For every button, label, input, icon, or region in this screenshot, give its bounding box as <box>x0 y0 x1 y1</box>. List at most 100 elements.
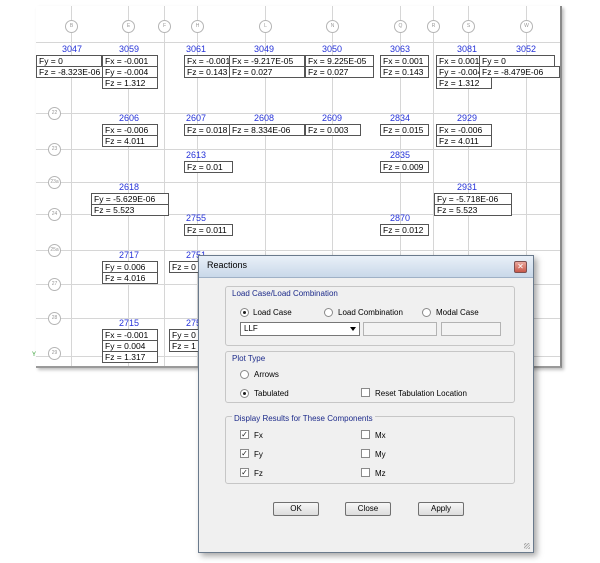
chevron-down-icon <box>350 327 356 331</box>
reaction-value[interactable]: Fz = 0.012 <box>380 224 429 236</box>
fx-label: Fx <box>254 431 263 440</box>
reaction-value[interactable]: Fz = 0.011 <box>184 224 233 236</box>
reaction-value[interactable]: Fz = 4.016 <box>102 272 158 284</box>
grid-line <box>36 182 560 183</box>
grid-line <box>36 149 560 150</box>
reaction-value[interactable]: Fz = 5.523 <box>91 204 169 216</box>
arrows-label: Arrows <box>254 370 279 379</box>
grid-bubble: F <box>158 20 171 33</box>
my-label: My <box>375 450 386 459</box>
load-case-group-label: Load Case/Load Combination <box>232 289 338 298</box>
reaction-value[interactable]: Fz = 1.312 <box>102 77 158 89</box>
y-axis-label: Y <box>32 352 37 358</box>
modal-case-field <box>441 322 501 336</box>
load-combination-label: Load Combination <box>338 308 403 317</box>
reaction-value[interactable]: Fz = 1.312 <box>436 77 492 89</box>
components-group <box>225 416 515 484</box>
ok-button[interactable]: OK <box>273 502 319 516</box>
load-case-select[interactable]: LLF <box>240 322 360 336</box>
grid-line <box>164 6 165 366</box>
load-case-radio[interactable] <box>240 308 249 317</box>
reaction-value[interactable]: Fz = 1.317 <box>102 351 158 363</box>
node-label: 2607 <box>186 113 207 123</box>
reaction-value[interactable]: Fz = 0.018 <box>184 124 233 136</box>
load-case-label: Load Case <box>253 308 292 317</box>
reaction-value[interactable]: Fz = -8.323E-06 <box>36 66 105 78</box>
fx-checkbox[interactable]: ✓ <box>240 430 249 439</box>
node-label: 2606 <box>119 113 140 123</box>
grid-bubble: 25a <box>48 244 61 257</box>
node-label: 3049 <box>254 44 275 54</box>
node-label: 2755 <box>186 213 207 223</box>
tabulated-radio[interactable] <box>240 389 249 398</box>
grid-bubble: N <box>326 20 339 33</box>
mz-checkbox[interactable] <box>361 468 370 477</box>
node-label: 3050 <box>322 44 343 54</box>
load-combination-radio[interactable] <box>324 308 333 317</box>
fz-checkbox[interactable]: ✓ <box>240 468 249 477</box>
load-case-select-value: LLF <box>244 324 258 333</box>
node-label: 2608 <box>254 113 275 123</box>
grid-bubble: 28 <box>48 312 61 325</box>
modal-case-radio[interactable] <box>422 308 431 317</box>
grid-bubble: R <box>427 20 440 33</box>
grid-bubble: 24 <box>48 208 61 221</box>
reaction-value[interactable]: Fz = 0.009 <box>380 161 429 173</box>
my-checkbox[interactable] <box>361 449 370 458</box>
fy-label: Fy <box>254 450 263 459</box>
reaction-value[interactable]: Fz = 0.143 <box>184 66 233 78</box>
mx-checkbox[interactable] <box>361 430 370 439</box>
reaction-value[interactable]: Fz = 8.334E-06 <box>229 124 305 136</box>
reset-tabulation-label: Reset Tabulation Location <box>375 389 467 398</box>
apply-button[interactable]: Apply <box>418 502 464 516</box>
reaction-value[interactable]: Fz = 4.011 <box>436 135 492 147</box>
fy-checkbox[interactable]: ✓ <box>240 449 249 458</box>
fz-label: Fz <box>254 469 263 478</box>
close-button[interactable]: Close <box>345 502 391 516</box>
grid-bubble: 23 <box>48 143 61 156</box>
grid-bubble: 27 <box>48 278 61 291</box>
node-label: 2618 <box>119 182 140 192</box>
node-label: 3061 <box>186 44 207 54</box>
components-group-label: Display Results for These Components <box>232 414 375 423</box>
tabulated-label: Tabulated <box>254 389 289 398</box>
reaction-value[interactable]: Fz = 0.003 <box>305 124 361 136</box>
node-label: 2835 <box>390 150 411 160</box>
close-icon[interactable]: ✕ <box>514 261 527 273</box>
node-label: 2870 <box>390 213 411 223</box>
node-label: 3063 <box>390 44 411 54</box>
dialog-titlebar[interactable]: Reactions ✕ <box>199 256 533 278</box>
node-label: 2609 <box>322 113 343 123</box>
arrows-radio[interactable] <box>240 370 249 379</box>
grid-bubble: W <box>520 20 533 33</box>
plot-type-group-label: Plot Type <box>232 354 266 363</box>
reset-tabulation-checkbox[interactable] <box>361 388 370 397</box>
node-label: 3059 <box>119 44 140 54</box>
grid-bubble: L <box>259 20 272 33</box>
reaction-value[interactable]: Fz = 0.027 <box>229 66 305 78</box>
reaction-value[interactable]: Fz = 1 <box>169 340 199 352</box>
mz-label: Mz <box>375 469 386 478</box>
node-label: 2717 <box>119 250 140 260</box>
grid-bubble: 22 <box>48 107 61 120</box>
reaction-value[interactable]: Fz = 4.011 <box>102 135 158 147</box>
node-label: 3081 <box>457 44 478 54</box>
grid-line <box>36 113 560 114</box>
grid-bubble: E <box>122 20 135 33</box>
load-combination-field <box>363 322 437 336</box>
dialog-title: Reactions <box>207 260 248 270</box>
reaction-value[interactable]: Fz = 0.027 <box>305 66 374 78</box>
reaction-value[interactable]: Fz = 0.015 <box>380 124 429 136</box>
reaction-value[interactable]: Fz = 0.01 <box>184 161 233 173</box>
node-label: 2613 <box>186 150 207 160</box>
node-label: 2715 <box>119 318 140 328</box>
reaction-value[interactable]: Fz = 0.143 <box>380 66 429 78</box>
reaction-value[interactable]: Fz = -8.479E-06 <box>479 66 560 78</box>
node-label: 2929 <box>457 113 478 123</box>
node-label: 2834 <box>390 113 411 123</box>
reaction-value[interactable]: Fz = 0 <box>169 261 199 273</box>
resize-grip-icon[interactable] <box>524 543 530 549</box>
reaction-value[interactable]: Fz = 5.523 <box>434 204 512 216</box>
grid-bubble: Q <box>394 20 407 33</box>
modal-case-label: Modal Case <box>436 308 479 317</box>
